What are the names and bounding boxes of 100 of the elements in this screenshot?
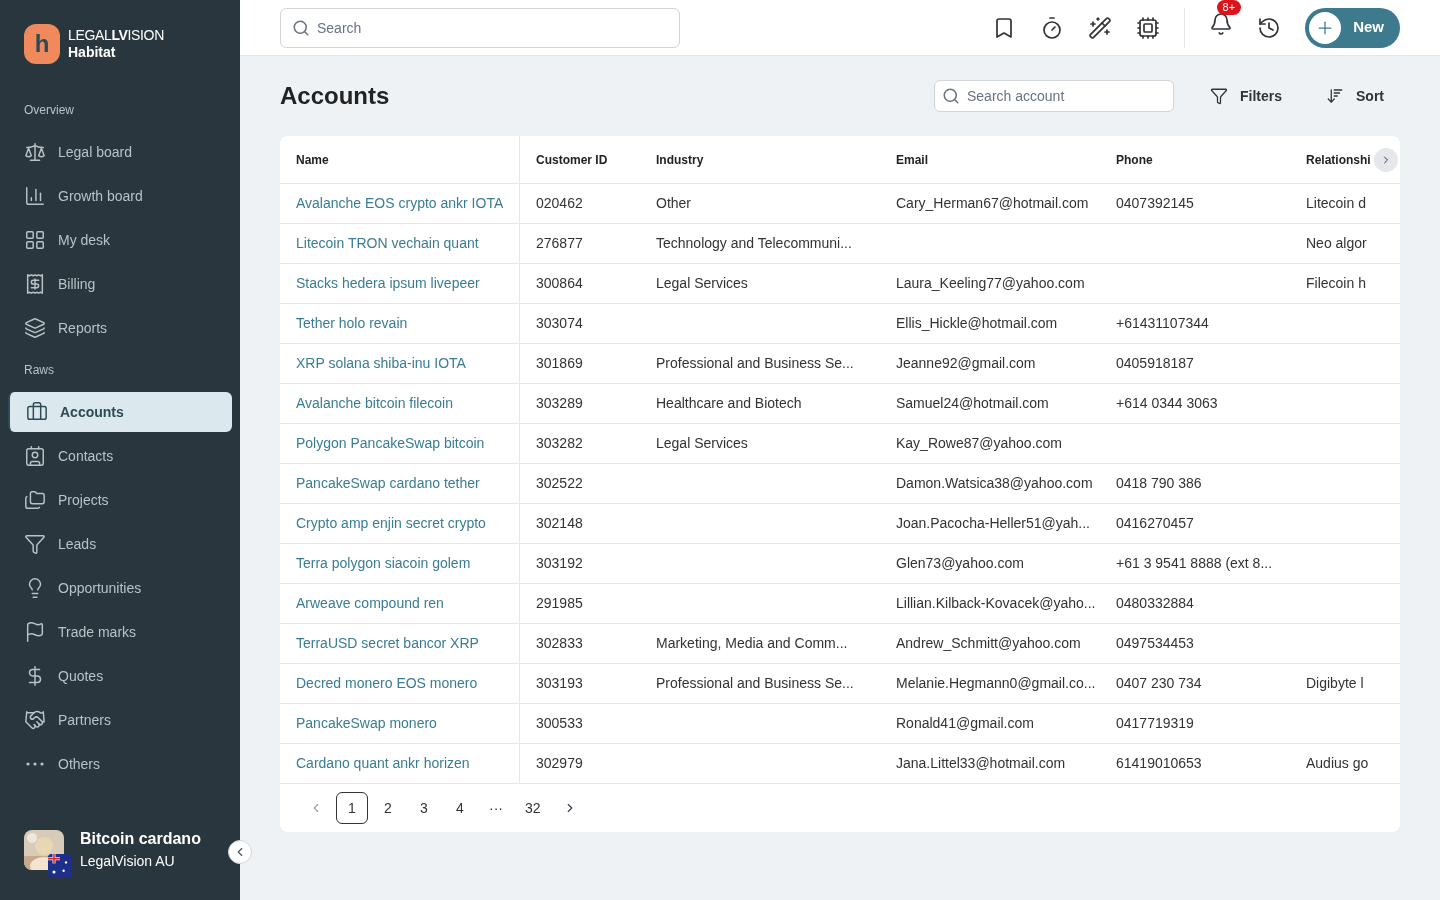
- table-cell-text: 302833: [536, 634, 583, 653]
- table-cell-text: Ellis_Hickle@hotmail.com: [896, 314, 1058, 333]
- table-cell-text: 303289: [536, 394, 583, 413]
- table-cell-text: 303074: [536, 314, 583, 333]
- account-link[interactable]: TerraUSD secret bancor XRP: [296, 633, 479, 654]
- account-link[interactable]: Arweave compound ren: [296, 593, 444, 614]
- page-button[interactable]: 4: [444, 792, 476, 824]
- sidebar-item[interactable]: Leads: [8, 524, 232, 564]
- table-cell-text: Digibyte l: [1306, 674, 1364, 693]
- account-link[interactable]: Avalanche bitcoin filecoin: [296, 393, 453, 414]
- page-button[interactable]: ···: [480, 792, 512, 824]
- table-cell-text: Legal Services: [656, 434, 748, 453]
- account-link[interactable]: Terra polygon siacoin golem: [296, 553, 471, 574]
- sort-button[interactable]: Sort: [1326, 85, 1384, 107]
- briefcase-icon: [26, 401, 48, 423]
- account-link[interactable]: Polygon PancakeSwap bitcoin: [296, 433, 485, 454]
- handshake-icon: [24, 709, 46, 731]
- account-search-field[interactable]: Search account: [934, 80, 1174, 112]
- history-button[interactable]: [1257, 15, 1282, 40]
- column-header: Customer ID: [536, 151, 608, 169]
- sidebar-item[interactable]: Quotes: [8, 656, 232, 696]
- table-cell-text: 303282: [536, 434, 583, 453]
- notifications-button[interactable]: [1209, 12, 1234, 36]
- account-link[interactable]: Litecoin TRON vechain quant: [296, 233, 479, 254]
- table-cell-text: Melanie.Hegmann0@gmail.co...: [896, 674, 1096, 693]
- column-header: Name: [296, 151, 329, 169]
- sidebar-item[interactable]: Growth board: [8, 176, 232, 216]
- page-button[interactable]: 32: [516, 792, 550, 824]
- table-cell-text: 0480332884: [1116, 594, 1194, 613]
- sidebar-item[interactable]: Partners: [8, 700, 232, 740]
- collapse-sidebar-button[interactable]: [228, 840, 252, 864]
- sort-icon: [1326, 87, 1344, 105]
- grid-icon: [24, 229, 46, 251]
- filters-button[interactable]: Filters: [1210, 85, 1282, 107]
- table-cell-text: Joan.Pacocha-Heller51@yah...: [896, 514, 1090, 533]
- account-link[interactable]: Cardano quant ankr horizen: [296, 753, 470, 774]
- table-cell-text: Technology and Telecommuni...: [656, 234, 852, 253]
- brand-wordmark: LEGALLVISION: [68, 26, 164, 44]
- magic-wand-button[interactable]: [1088, 15, 1113, 40]
- account-link[interactable]: Decred monero EOS monero: [296, 673, 478, 694]
- table-cell-text: Kay_Rowe87@yahoo.com: [896, 434, 1062, 453]
- table-cell-text: 302522: [536, 474, 583, 493]
- table-cell-text: 303193: [536, 674, 583, 693]
- table-cell-text: Legal Services: [656, 274, 748, 293]
- table-cell-text: Laura_Keeling77@yahoo.com: [896, 274, 1085, 293]
- more-icon: [26, 762, 44, 766]
- bar-chart-icon: [24, 185, 46, 207]
- new-button[interactable]: New: [1305, 7, 1400, 48]
- account-link[interactable]: Stacks hedera ipsum livepeer: [296, 273, 480, 294]
- search-icon: [292, 18, 310, 37]
- table-cell-text: 302148: [536, 514, 583, 533]
- sidebar-item[interactable]: My desk: [8, 220, 232, 260]
- page-button[interactable]: 2: [372, 792, 404, 824]
- table-cell-text: Healthcare and Biotech: [656, 394, 802, 413]
- table-cell-text: Jeanne92@gmail.com: [896, 354, 1036, 373]
- sidebar-item[interactable]: Opportunities: [8, 568, 232, 608]
- account-link[interactable]: PancakeSwap monero: [296, 713, 437, 734]
- account-link[interactable]: Crypto amp enjin secret crypto: [296, 513, 486, 534]
- chip-button[interactable]: [1136, 15, 1161, 40]
- sidebar-item[interactable]: Projects: [8, 480, 232, 520]
- sidebar-item[interactable]: Billing: [8, 264, 232, 304]
- account-link[interactable]: Tether holo revain: [296, 313, 408, 334]
- account-link[interactable]: Avalanche EOS crypto ankr IOTA: [296, 193, 504, 214]
- table-cell-text: Filecoin h: [1306, 274, 1366, 293]
- folders-icon: [24, 489, 46, 511]
- logo-icon: h: [24, 24, 60, 64]
- sidebar-item[interactable]: Contacts: [8, 436, 232, 476]
- table-cell-text: 301869: [536, 354, 583, 373]
- table-cell-text: 0407 230 734: [1116, 674, 1202, 693]
- table-cell-text: 0405918187: [1116, 354, 1194, 373]
- table-cell-text: +614 0344 3063: [1116, 394, 1218, 413]
- search-field[interactable]: Search: [280, 7, 680, 48]
- table-cell-text: 291985: [536, 594, 583, 613]
- table-cell-text: 300533: [536, 714, 583, 733]
- table-cell-text: Professional and Business Se...: [656, 354, 854, 373]
- page-title: Accounts: [280, 81, 390, 111]
- column-header: Phone: [1116, 151, 1153, 169]
- sidebar-item[interactable]: Others: [8, 744, 232, 784]
- funnel-icon: [24, 533, 46, 555]
- table-cell-text: 020462: [536, 194, 583, 213]
- table-cell-text: +61 3 9541 8888 (ext 8...: [1116, 554, 1273, 573]
- table-cell-text: Damon.Watsica38@yahoo.com: [896, 474, 1093, 493]
- table-cell-text: 300864: [536, 274, 583, 293]
- sidebar-item[interactable]: Reports: [8, 308, 232, 348]
- page-button[interactable]: 3: [408, 792, 440, 824]
- table-cell-text: 0416270457: [1116, 514, 1194, 533]
- table-cell-text: Cary_Herman67@hotmail.com: [896, 194, 1089, 213]
- table-cell-text: Audius go: [1306, 754, 1369, 773]
- table-cell-text: 61419010653: [1116, 754, 1202, 773]
- sidebar-item[interactable]: Legal board: [8, 132, 232, 172]
- table-cell-text: 302979: [536, 754, 583, 773]
- account-link[interactable]: XRP solana shiba-inu IOTA: [296, 353, 466, 374]
- table-cell-text: Glen73@yahoo.com: [896, 554, 1024, 573]
- sidebar-item[interactable]: Accounts: [8, 392, 232, 432]
- page-button[interactable]: 1: [336, 792, 368, 824]
- sidebar-item[interactable]: Trade marks: [8, 612, 232, 652]
- table-cell-text: 303192: [536, 554, 583, 573]
- column-header: Relationshi: [1306, 151, 1371, 169]
- account-link[interactable]: PancakeSwap cardano tether: [296, 473, 480, 494]
- section-heading: Raws: [23, 362, 55, 379]
